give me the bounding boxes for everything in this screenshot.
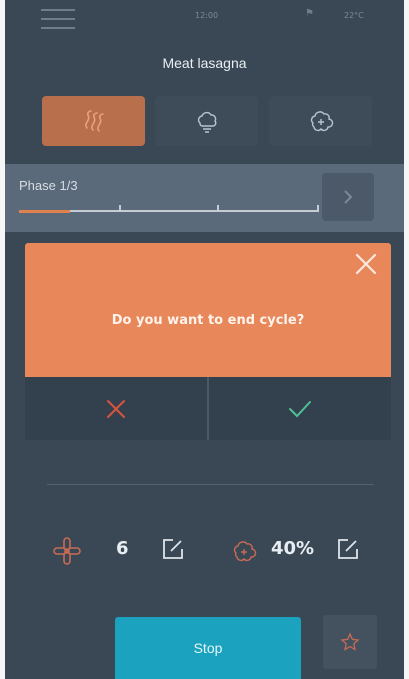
checkmark-icon [289, 400, 311, 417]
mode-tab-convection[interactable] [42, 96, 145, 146]
fan-icon[interactable] [52, 536, 82, 566]
phase-tick [217, 205, 219, 211]
cancel-button[interactable] [25, 377, 207, 440]
edit-fan-speed-icon[interactable] [161, 537, 185, 561]
edit-humidity-icon[interactable] [336, 537, 360, 561]
dialog-actions [25, 377, 391, 440]
x-mark-icon [107, 399, 125, 418]
chevron-right-icon [344, 190, 353, 204]
divider [47, 484, 374, 485]
status-time: 12:00 [195, 11, 219, 20]
settings-row: 6 40% [5, 526, 404, 576]
humidity-icon[interactable] [229, 536, 259, 566]
mode-tab-combi-steam[interactable] [269, 96, 372, 146]
phase-progress-track [19, 205, 319, 213]
phase-label: Phase 1/3 [19, 178, 78, 193]
combi-steam-icon [310, 111, 333, 132]
dialog-header: Do you want to end cycle? [25, 243, 391, 377]
close-icon[interactable] [355, 253, 377, 275]
status-temperature: 22°C [344, 11, 364, 20]
phase-bar: Phase 1/3 [5, 164, 404, 232]
recipe-title: Meat lasagna [162, 55, 247, 71]
dialog-message: Do you want to end cycle? [111, 313, 305, 328]
phase-tick [317, 205, 319, 211]
hamburger-menu-icon[interactable] [41, 9, 75, 29]
app-screen: 12:00 ⚑ 22°C Meat lasagna Phase 1/3 Do y… [5, 0, 404, 679]
humidity-value: 40% [271, 538, 315, 559]
steam-icon [197, 111, 216, 133]
flag-icon: ⚑ [305, 8, 314, 19]
favorite-button[interactable] [323, 615, 377, 669]
end-cycle-dialog: Do you want to end cycle? [25, 243, 391, 440]
fan-speed-value: 6 [116, 538, 129, 559]
phase-progress-fill [19, 210, 70, 213]
confirm-button[interactable] [209, 377, 391, 440]
star-icon [340, 632, 360, 651]
mode-tab-steam[interactable] [155, 96, 258, 146]
phase-tick [119, 205, 121, 211]
stop-button[interactable]: Stop [115, 617, 301, 679]
next-phase-button[interactable] [322, 173, 374, 221]
status-bar: 12:00 ⚑ 22°C [5, 0, 404, 36]
convection-heat-icon [84, 110, 104, 132]
